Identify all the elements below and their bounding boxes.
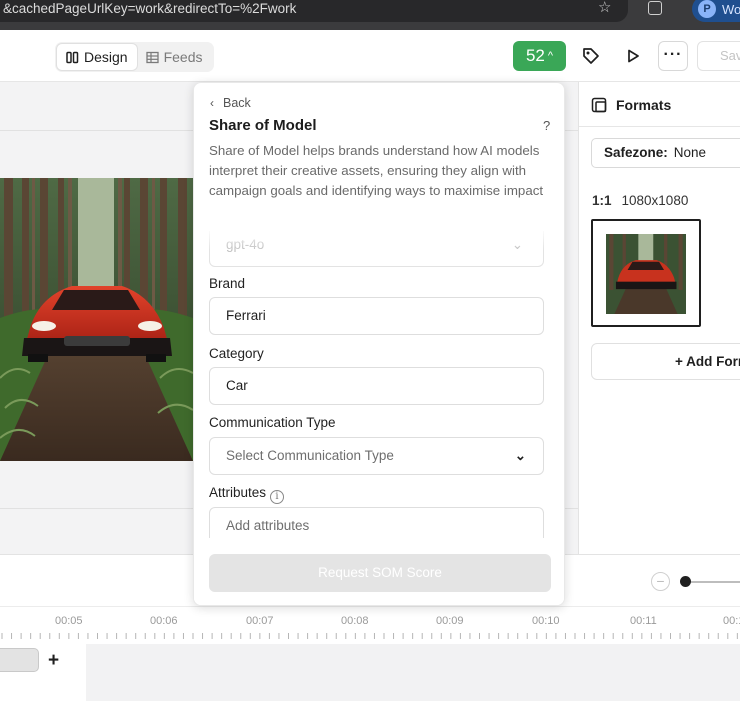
chevron-left-icon: ‹	[210, 96, 214, 110]
tab-feeds-label: Feeds	[163, 49, 203, 65]
category-label: Category	[209, 346, 264, 361]
browser-toolbar: &cachedPageUrlKey=work&redirectTo=%2Fwor…	[0, 0, 740, 30]
more-options-button[interactable]: ···	[658, 41, 688, 71]
tab-feeds[interactable]: Feeds	[137, 44, 212, 70]
score-value: 52	[525, 46, 545, 65]
bookmark-star-icon[interactable]: ☆	[598, 0, 611, 16]
category-input[interactable]: Car	[209, 367, 544, 405]
communication-type-placeholder: Select Communication Type	[226, 448, 394, 463]
add-track-icon[interactable]: +	[48, 650, 59, 672]
table-icon	[145, 51, 159, 63]
share-of-model-panel: ‹ Back Share of Model ? Share of Model he…	[193, 82, 565, 606]
timeline-label: 00:06	[150, 615, 178, 627]
zoom-out-icon[interactable]: −	[651, 572, 670, 591]
info-icon[interactable]: i	[270, 490, 285, 504]
brand-label: Brand	[209, 276, 246, 291]
safezone-label: Safezone:	[604, 145, 668, 160]
profile-chip[interactable]: P Wo	[692, 0, 740, 22]
panel-title: Share of Model	[209, 117, 317, 134]
profile-name: Wo	[722, 2, 740, 17]
tag-icon[interactable]	[577, 42, 605, 70]
timeline-label: 00:08	[341, 615, 369, 627]
play-icon[interactable]	[619, 42, 647, 70]
scroll-fade	[194, 228, 564, 250]
save-button[interactable]: Save	[697, 41, 740, 71]
add-format-button[interactable]: + Add Format	[591, 343, 740, 380]
som-score-button[interactable]: 52 ^	[513, 41, 566, 71]
chevron-down-icon: ⌄	[514, 448, 526, 463]
back-link[interactable]: ‹ Back	[210, 96, 251, 110]
tab-design-label: Design	[84, 49, 128, 65]
format-thumbnail[interactable]	[591, 219, 701, 327]
divider	[579, 126, 740, 127]
tab-design[interactable]: Design	[57, 44, 137, 70]
request-som-score-button[interactable]: Request SOM Score	[209, 554, 551, 592]
timeline-label: 00:10	[532, 615, 560, 627]
chevron-up-icon: ^	[547, 50, 554, 62]
formats-header: Formats	[591, 97, 671, 113]
communication-type-select[interactable]: Select Communication Type ⌄	[209, 437, 544, 475]
app-header: Design Feeds 52^ ··· Save	[0, 30, 740, 82]
extensions-icon[interactable]	[648, 1, 662, 15]
format-size: 1080x1080	[621, 193, 689, 208]
formats-title: Formats	[616, 97, 672, 113]
zoom-slider-handle[interactable]	[680, 576, 691, 587]
back-label: Back	[223, 96, 251, 110]
address-bar[interactable]: &cachedPageUrlKey=work&redirectTo=%2Fwor…	[0, 0, 628, 22]
design-icon	[66, 51, 79, 63]
communication-type-label: Communication Type	[209, 415, 336, 430]
zoom-slider-track[interactable]	[691, 581, 740, 583]
attributes-label: Attributes	[209, 485, 267, 500]
format-label: 1:1 1080x1080	[592, 193, 688, 208]
formats-icon	[591, 97, 607, 113]
panel-description: Share of Model helps brands understand h…	[209, 143, 544, 198]
timeline-label: 00:05	[55, 615, 83, 627]
timeline-track: +	[0, 644, 740, 701]
timeline-label: 00:09	[436, 615, 464, 627]
view-tabs: Design Feeds	[55, 42, 214, 72]
timeline-ticks	[1, 633, 738, 639]
avatar: P	[698, 0, 716, 18]
timeline-label: 00:11	[630, 615, 657, 627]
timeline-label: 00:07	[246, 615, 274, 627]
safezone-value: None	[673, 145, 707, 160]
help-icon[interactable]: ?	[543, 118, 550, 133]
formats-panel: Formats Safezone: None 1:1 1080x1080 + Add…	[578, 82, 740, 554]
safezone-select[interactable]: Safezone: None	[591, 138, 740, 168]
format-ratio: 1:1	[592, 193, 612, 208]
attributes-label-row: Attributes i	[209, 485, 285, 504]
timeline-label: 00:12	[723, 615, 740, 627]
creative-image[interactable]	[0, 178, 193, 461]
track-clip[interactable]	[0, 648, 39, 672]
brand-input[interactable]: Ferrari	[209, 297, 544, 335]
timeline-ruler[interactable]: 00:05 00:06 00:07 00:08 00:09 00:10 00:1…	[0, 606, 740, 644]
